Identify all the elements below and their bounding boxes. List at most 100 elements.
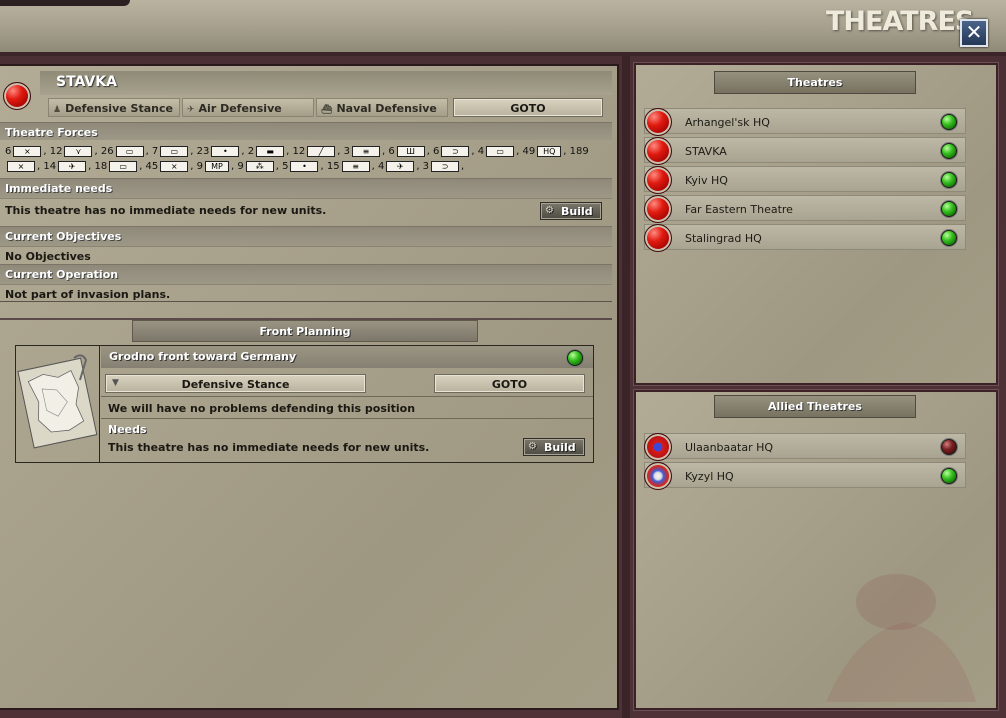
front-stance-dropdown[interactable]: ▼ Defensive Stance	[105, 374, 366, 393]
title-bar-tab	[0, 0, 130, 6]
soviet-flag-icon	[644, 195, 672, 223]
theatre-build-button[interactable]: ⚙ Build	[540, 202, 602, 220]
soviet-flag-icon	[644, 137, 672, 165]
gear-icon: ⚙	[528, 441, 537, 452]
unit-type-icon: ⊃	[441, 145, 470, 157]
unit-count: 2	[247, 146, 255, 157]
window-title: THEATRES	[826, 6, 974, 37]
theatre-row-arhangelsk[interactable]: Arhangel'sk HQ	[644, 108, 966, 136]
unit-type-icon: ⨯	[7, 160, 35, 172]
unit-count: 4	[477, 146, 485, 157]
divider	[101, 396, 593, 397]
unit-type-icon: ▭	[160, 145, 189, 157]
unit-type-icon: ⨯	[160, 160, 189, 172]
unit-count: 26	[100, 146, 114, 157]
air-defensive-button[interactable]: ✈ Air Defensive	[182, 98, 314, 117]
unit-type-icon: ▬	[256, 145, 285, 157]
unit-type-icon: •	[290, 160, 319, 172]
theatre-row-label: Stalingrad HQ	[685, 232, 762, 245]
infantry-icon: ♟	[53, 105, 62, 115]
front-planning-title: Front Planning	[132, 320, 478, 342]
allied-theatres-title: Allied Theatres	[714, 395, 916, 418]
soviet-flag-icon	[644, 224, 672, 252]
immediate-needs-text: This theatre has no immediate needs for …	[0, 198, 612, 226]
separator: ,	[461, 161, 465, 172]
immediate-needs-header: Immediate needs	[0, 178, 612, 198]
plane-icon: ✈	[187, 105, 195, 115]
close-icon: ✕	[965, 20, 983, 44]
front-needs-header: Needs	[108, 423, 147, 436]
theatre-name: STAVKA	[40, 71, 612, 95]
soviet-flag-icon	[644, 166, 672, 194]
unit-type-icon: ✈	[386, 160, 415, 172]
unit-type-icon: ▭	[115, 145, 144, 157]
unit-type-icon: ▭	[109, 160, 138, 172]
unit-type-icon: ⊃	[431, 160, 460, 172]
unit-type-icon: ⁂	[245, 160, 274, 172]
theatre-goto-button[interactable]: GOTO	[453, 98, 603, 117]
theatres-list-panel: Theatres Arhangel'sk HQ STAVKA Kyiv HQ F…	[633, 62, 999, 386]
unit-count: 189	[569, 146, 589, 157]
current-operation-text: Not part of invasion plans.	[0, 284, 612, 302]
front-build-button[interactable]: ⚙ Build	[523, 438, 585, 456]
status-indicator	[941, 468, 957, 484]
unit-type-icon: •	[211, 145, 240, 157]
unit-count: 18	[94, 161, 108, 172]
close-button[interactable]: ✕	[960, 19, 988, 47]
divider	[101, 418, 593, 419]
allied-row-label: Kyzyl HQ	[685, 470, 734, 483]
unit-type-icon: ╱	[307, 145, 336, 157]
status-indicator	[941, 172, 957, 188]
status-indicator	[941, 143, 957, 159]
allied-row-label: Ulaanbaatar HQ	[685, 441, 774, 454]
allied-row-kyzyl[interactable]: Kyzyl HQ	[644, 462, 966, 490]
unit-count: 23	[196, 146, 210, 157]
allied-row-ulaanbaatar[interactable]: Ulaanbaatar HQ	[644, 433, 966, 461]
status-indicator	[941, 230, 957, 246]
theatre-row-stavka[interactable]: STAVKA	[644, 137, 966, 165]
soviet-flag-icon	[644, 108, 672, 136]
ship-icon: ⛴	[321, 105, 333, 115]
unit-count: 12	[292, 146, 306, 157]
unit-type-icon: ≡	[341, 160, 370, 172]
front-assessment: We will have no problems defending this …	[108, 402, 416, 415]
tannu-tuva-flag-icon	[644, 462, 672, 490]
front-name: Grodno front toward Germany	[101, 346, 593, 368]
defensive-stance-button[interactable]: ♟ Defensive Stance	[48, 98, 180, 117]
unit-type-icon: ⨯	[13, 145, 42, 157]
theatre-forces-list: 6 ⨯, 12 ⋎, 26 ▭, 7 ▭, 23 •, 2 ▬, 12 ╱, 3 ≡, 6Ш, …	[5, 144, 605, 174]
front-card: Grodno front toward Germany ▼ Defensive S…	[15, 345, 594, 463]
theatre-header: STAVKA ♟ Defensive Stance ✈ Air Defensive …	[0, 68, 612, 118]
front-goto-button[interactable]: GOTO	[434, 374, 585, 393]
mongolia-flag-icon	[644, 433, 672, 461]
theatre-row-far-eastern[interactable]: Far Eastern Theatre	[644, 195, 966, 223]
unit-count: 9	[196, 161, 204, 172]
unit-count: 7	[151, 146, 159, 157]
panel-divider	[622, 56, 630, 718]
theatres-list-title: Theatres	[714, 71, 916, 94]
map-icon	[17, 354, 98, 449]
unit-count: 5	[282, 161, 289, 172]
unit-type-icon: Ш	[396, 145, 425, 157]
unit-type-icon: ⋎	[64, 145, 93, 157]
title-bar: THEATRES ✕	[0, 0, 1006, 56]
theatre-row-kyiv[interactable]: Kyiv HQ	[644, 166, 966, 194]
unit-count: 4	[377, 161, 385, 172]
soldier-watermark	[826, 574, 976, 702]
front-needs-text: This theatre has no immediate needs for …	[108, 441, 430, 454]
naval-defensive-button[interactable]: ⛴ Naval Defensive	[316, 98, 448, 117]
unit-type-icon: ▭	[486, 145, 515, 157]
theatre-row-label: Kyiv HQ	[685, 174, 728, 187]
theatre-detail-panel: STAVKA ♟ Defensive Stance ✈ Air Defensive …	[0, 64, 619, 710]
unit-count: 15	[326, 161, 340, 172]
unit-count: 3	[422, 161, 430, 172]
theatre-flag-icon	[3, 82, 31, 110]
unit-count: 14	[43, 161, 57, 172]
theatre-row-stalingrad[interactable]: Stalingrad HQ	[644, 224, 966, 252]
status-indicator	[941, 201, 957, 217]
unit-type-icon: ✈	[58, 160, 87, 172]
theatre-forces-header: Theatre Forces	[0, 122, 612, 140]
allied-theatres-panel: Allied Theatres Ulaanbaatar HQ Kyzyl HQ	[633, 389, 999, 711]
unit-count: 12	[49, 146, 63, 157]
theatre-row-label: Far Eastern Theatre	[685, 203, 793, 216]
